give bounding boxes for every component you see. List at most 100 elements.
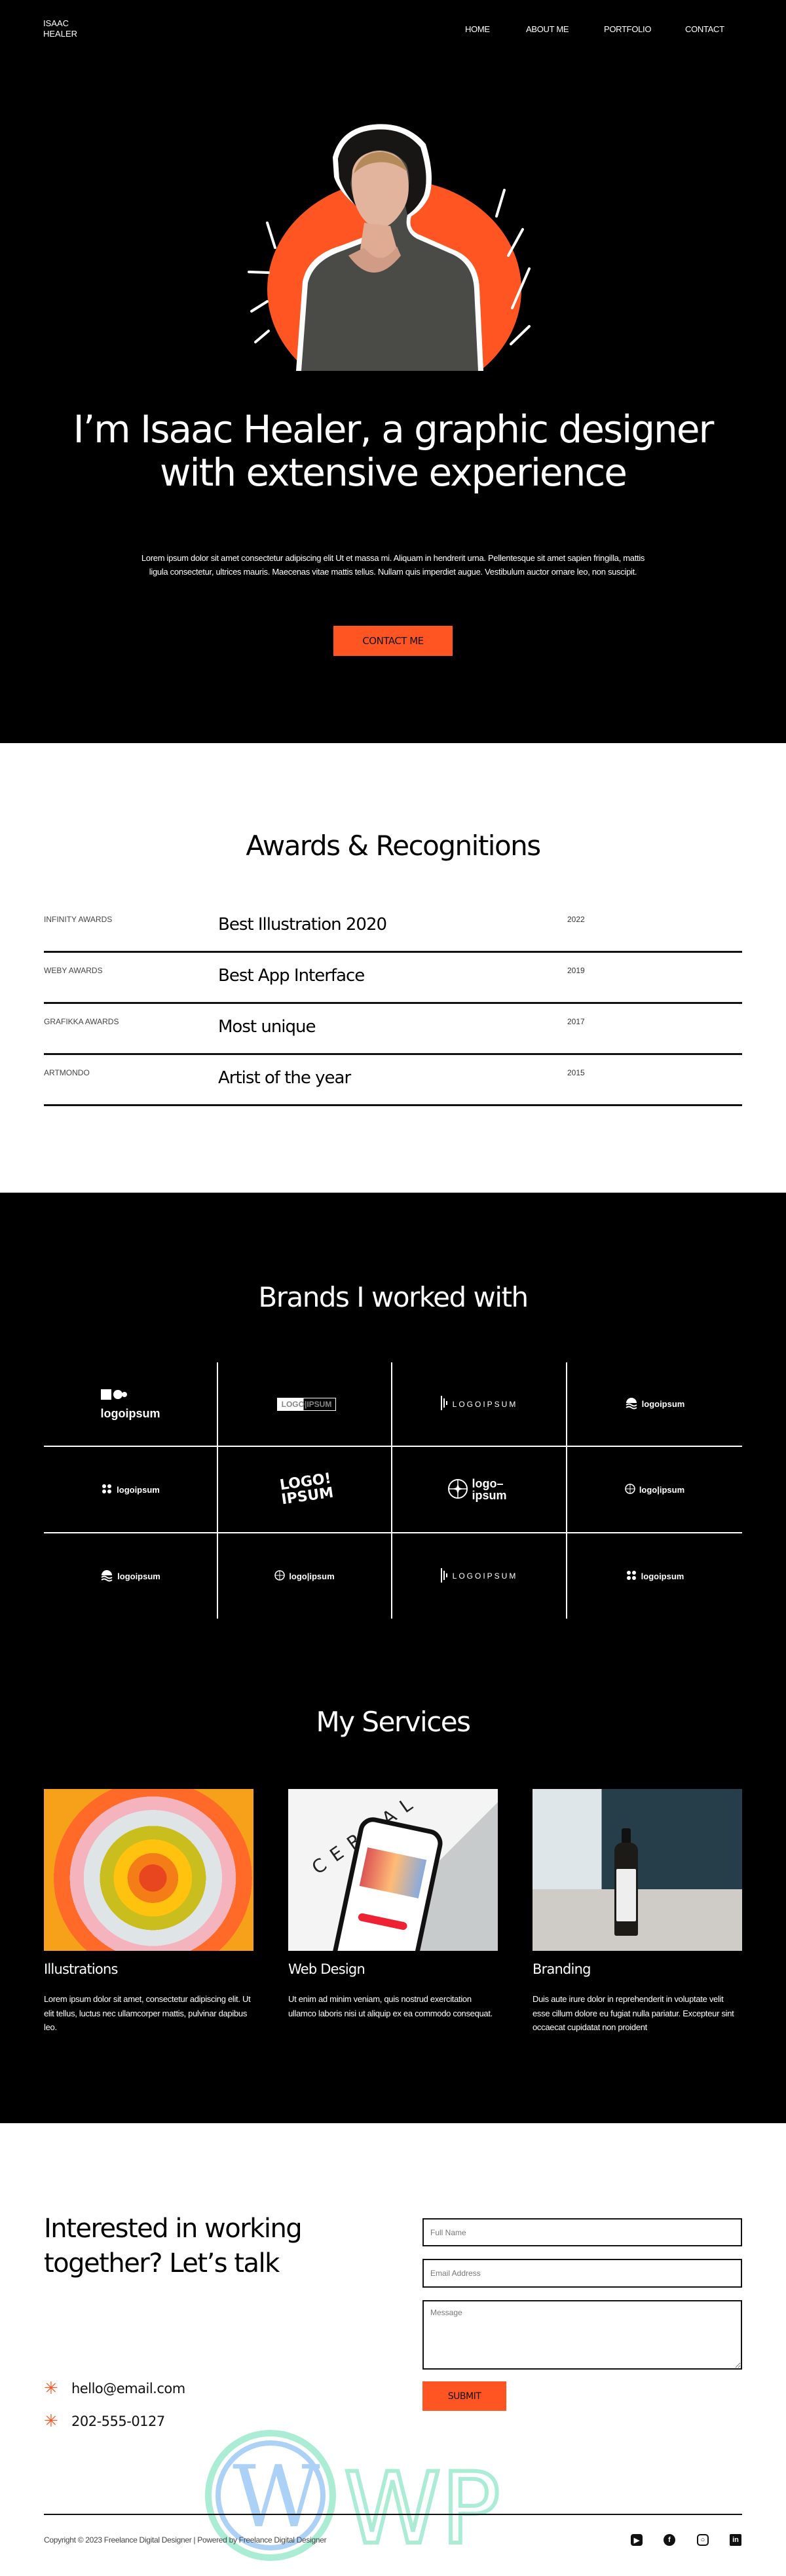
bars-icon [440, 1567, 449, 1585]
services-title: My Services [316, 1706, 471, 1738]
awards-section: Awards & Recognitions INFINITY AWARDS Be… [0, 743, 786, 1193]
award-title: Best Illustration 2020 [218, 915, 387, 934]
award-org: GRAFIKKA AWARDS [44, 1017, 119, 1026]
brand-logo-text: logo|ipsum [289, 1571, 335, 1581]
globe-inline-icon [625, 1483, 635, 1496]
bars-icon [440, 1396, 449, 1412]
nav-contact[interactable]: CONTACT [685, 24, 724, 34]
web-design-image: CEREAL [288, 1789, 498, 1951]
brand-cell: logo|ipsum [567, 1447, 742, 1533]
brand-cell: logo|ipsum [217, 1533, 392, 1619]
brand-cell: logoipsum [567, 1533, 742, 1619]
shapes-icon [100, 1388, 127, 1403]
divider [44, 1053, 742, 1055]
brand-logo: logo|ipsum [274, 1569, 335, 1583]
brand-logo-text: logoipsum [641, 1399, 685, 1409]
service-title: Illustrations [44, 1961, 118, 1977]
waves-icon [100, 1569, 113, 1584]
brand-logo: logoipsum [100, 1569, 160, 1584]
email-input[interactable] [422, 2259, 742, 2288]
award-year: 2019 [567, 966, 585, 975]
asterisk-icon: ✳ [44, 2379, 58, 2398]
brand-cell: LOGO|IPSUM [217, 1362, 392, 1447]
brand-cell: logo– ipsum [392, 1447, 567, 1533]
award-year: 2017 [567, 1017, 585, 1026]
divider [44, 951, 742, 953]
brand-cell: LOGO! IPSUM [217, 1447, 392, 1533]
linkedin-icon[interactable]: in [730, 2534, 741, 2546]
brand-logo: logoipsum [625, 1396, 685, 1412]
award-year: 2015 [567, 1068, 585, 1077]
brand-cell: logoipsum [567, 1362, 742, 1447]
brand-logo: logo– ipsum [447, 1478, 512, 1501]
flower-icon [626, 1569, 637, 1583]
divider [44, 1002, 742, 1004]
copyright: Copyright © 2023 Freelance Digital Desig… [44, 2535, 327, 2545]
hero-title: I’m Isaac Healer, a graphic designer wit… [73, 407, 715, 495]
submit-button[interactable]: SUBMIT [422, 2381, 506, 2411]
contact-me-button[interactable]: CONTACT ME [333, 626, 453, 656]
svg-text:W: W [233, 2447, 320, 2547]
globe-icon [447, 1478, 468, 1501]
svg-text:WP: WP [344, 2452, 500, 2566]
award-year: 2022 [567, 915, 585, 924]
nav-home[interactable]: HOME [465, 24, 490, 34]
nav-portfolio[interactable]: PORTFOLIO [604, 24, 651, 34]
service-title: Branding [533, 1961, 591, 1977]
hero-description: Lorem ipsum dolor sit amet consectetur a… [141, 553, 645, 577]
email-link[interactable]: hello@email.com [71, 2381, 185, 2396]
award-org: INFINITY AWARDS [44, 915, 113, 924]
brand-logo-text: LOGOIPSUM [452, 1399, 518, 1409]
brands-title: Brands I worked with [258, 1281, 529, 1313]
brand-logo-text: logoipsum [641, 1571, 684, 1581]
brand-logo: LOGO|IPSUM [273, 1397, 337, 1411]
branding-image [533, 1789, 742, 1951]
contact-title: Interested in working together? Let’s ta… [44, 2214, 303, 2278]
brand-logo-text: logoipsum [100, 1406, 160, 1420]
brand-cell: LOGOIPSUM [392, 1362, 567, 1447]
youtube-icon[interactable]: ▶ [631, 2534, 643, 2546]
brand-logo-text: LOGOIPSUM [452, 1571, 518, 1581]
service-description: Ut enim ad minim veniam, quis nostrud ex… [288, 1994, 493, 2018]
brands-services-section [0, 1193, 786, 2123]
brand-logo: LOGOIPSUM [440, 1396, 518, 1412]
instagram-icon[interactable]: ○ [697, 2534, 709, 2546]
facebook-icon[interactable]: f [664, 2534, 675, 2546]
flower-icon [101, 1483, 113, 1497]
footer-divider [44, 2514, 742, 2515]
awards-title: Awards & Recognitions [246, 830, 541, 862]
watermark-logo: W WP [205, 2430, 502, 2566]
brand-logo: logoipsum [101, 1483, 160, 1497]
globe-inline-icon [274, 1569, 286, 1583]
brand-logo-text: logo|ipsum [639, 1484, 685, 1495]
hero-section: ISAAC HEALER HOME ABOUT ME PORTFOLIO CON… [0, 0, 786, 743]
brand-logo: logo|ipsum [625, 1483, 685, 1496]
brand-cell: logoipsum [44, 1447, 217, 1533]
brand-logo-text: logoipsum [117, 1571, 160, 1581]
award-title: Best App Interface [218, 966, 365, 986]
asterisk-icon: ✳ [44, 2412, 58, 2431]
brand-cell: LOGOIPSUM [392, 1533, 567, 1619]
brand-logo-text: LOGO|IPSUM [276, 1397, 337, 1411]
brand-logo: LOGOIPSUM [440, 1567, 518, 1585]
award-title: Most unique [218, 1017, 316, 1037]
hero-portrait [248, 124, 531, 371]
service-title: Web Design [288, 1961, 365, 1977]
award-org: ARTMONDO [44, 1068, 90, 1077]
award-title: Artist of the year [218, 1068, 351, 1088]
full-name-input[interactable] [422, 2218, 742, 2246]
brand-logo-text: logo– ipsum [472, 1477, 507, 1502]
award-org: WEBY AWARDS [44, 966, 103, 975]
brand-logo: LOGO! IPSUM [273, 1471, 336, 1509]
brand-grid: logoipsum LOGO|IPSUM LOGOIPSUM logoipsum log… [44, 1362, 742, 1619]
nav-about-me[interactable]: ABOUT ME [526, 24, 569, 34]
illustrations-image [44, 1789, 253, 1951]
brand-logo: logoipsum [100, 1388, 160, 1421]
brand-logo-text: LOGO! IPSUM [278, 1470, 335, 1509]
site-logo[interactable]: ISAAC HEALER [43, 18, 96, 39]
contact-phone: ✳ 202-555-0127 [44, 2412, 165, 2431]
brand-cell: logoipsum [44, 1533, 217, 1619]
phone-link[interactable]: 202-555-0127 [71, 2413, 165, 2429]
message-textarea[interactable] [422, 2300, 742, 2370]
brand-logo: logoipsum [626, 1569, 684, 1583]
